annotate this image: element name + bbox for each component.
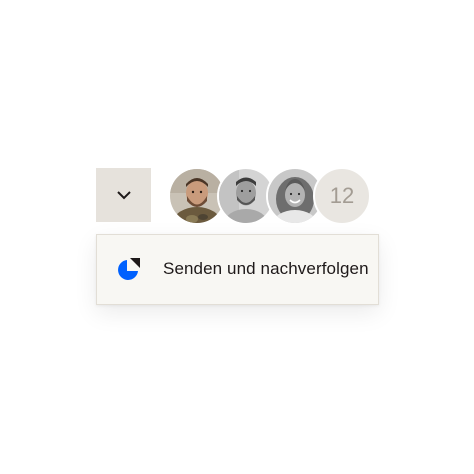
menu-item-label: Senden und nachverfolgen bbox=[163, 259, 369, 278]
person-photo bbox=[219, 169, 273, 223]
more-people-count[interactable]: 12 bbox=[313, 167, 371, 225]
menu-item-send-and-track[interactable]: Senden und nachverfolgen bbox=[97, 235, 378, 304]
send-and-track-icon bbox=[118, 258, 140, 280]
chevron-down-icon bbox=[116, 191, 131, 200]
dropdown-menu: Senden und nachverfolgen bbox=[96, 234, 379, 305]
dropdown-toggle-button[interactable] bbox=[96, 168, 151, 222]
person-photo bbox=[170, 169, 224, 223]
stage: 12 Senden und nachverfolgen bbox=[0, 0, 474, 474]
avatar-group[interactable]: 12 bbox=[168, 167, 371, 225]
